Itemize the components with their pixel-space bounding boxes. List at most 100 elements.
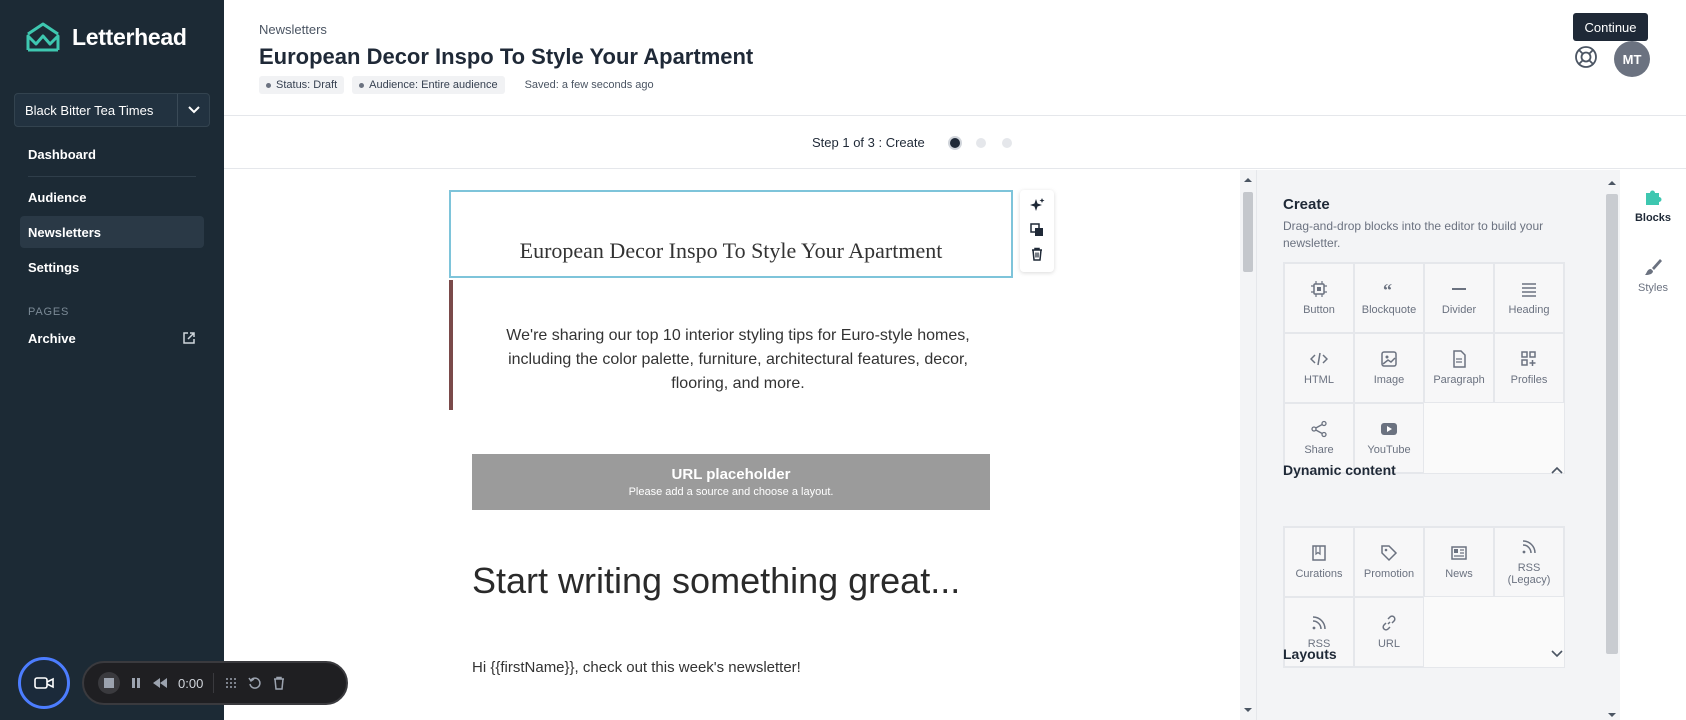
- breadcrumb[interactable]: Newsletters: [259, 22, 327, 37]
- button-icon: [1311, 281, 1327, 297]
- url-placeholder-title: URL placeholder: [671, 466, 791, 483]
- scroll-down-icon[interactable]: [1604, 710, 1620, 720]
- pages-section-label: PAGES: [28, 306, 70, 318]
- editor-scrollbar[interactable]: [1240, 170, 1256, 720]
- block-paragraph[interactable]: Paragraph: [1424, 333, 1494, 403]
- image-icon: [1381, 351, 1397, 367]
- duplicate-icon[interactable]: [1030, 222, 1044, 242]
- block-profiles[interactable]: Profiles: [1494, 333, 1564, 403]
- tag-icon: [1381, 545, 1398, 562]
- panel-scrollbar[interactable]: [1604, 178, 1620, 720]
- block-heading[interactable]: Heading: [1494, 263, 1564, 333]
- block-label: Promotion: [1363, 568, 1415, 580]
- step-label: Step 1 of 3 : Create: [812, 135, 925, 150]
- pause-icon[interactable]: [130, 677, 142, 689]
- restart-icon[interactable]: [248, 676, 262, 690]
- grip-icon[interactable]: [224, 676, 238, 690]
- block-blockquote[interactable]: “ Blockquote: [1354, 263, 1424, 333]
- divider-icon: [1452, 288, 1466, 290]
- avatar[interactable]: MT: [1614, 41, 1650, 77]
- newsletter-meta: Status: Draft Audience: Entire audience …: [259, 76, 654, 94]
- block-label: Profiles: [1510, 374, 1548, 386]
- trash-icon[interactable]: [1030, 247, 1044, 266]
- link-icon: [1382, 615, 1396, 631]
- continue-button[interactable]: Continue: [1573, 13, 1648, 41]
- block-news[interactable]: News: [1424, 527, 1494, 597]
- logo[interactable]: Letterhead: [26, 22, 187, 52]
- publication-name: Black Bitter Tea Times: [25, 102, 154, 118]
- help-lifebuoy-icon[interactable]: [1574, 45, 1598, 74]
- nav-label: Archive: [28, 330, 76, 346]
- page-header: Newsletters European Decor Inspo To Styl…: [224, 0, 1686, 116]
- camera-record-button[interactable]: [18, 657, 70, 709]
- ai-sparkle-icon[interactable]: [1029, 197, 1045, 218]
- logo-text: Letterhead: [72, 23, 187, 50]
- block-html[interactable]: HTML: [1284, 333, 1354, 403]
- greeting-paragraph[interactable]: Hi {{firstName}}, check out this week's …: [472, 659, 801, 676]
- quote-icon: “: [1383, 280, 1392, 298]
- title-block[interactable]: European Decor Inspo To Style Your Apart…: [449, 190, 1013, 278]
- rss-icon: [1522, 540, 1536, 554]
- publication-select[interactable]: Black Bitter Tea Times: [14, 93, 210, 127]
- dynamic-content-header[interactable]: Dynamic content: [1283, 462, 1563, 478]
- block-label: Heading: [1508, 304, 1550, 316]
- chevron-down-icon[interactable]: [1551, 650, 1563, 658]
- tab-styles[interactable]: Styles: [1620, 256, 1686, 294]
- external-link-icon[interactable]: [182, 331, 196, 348]
- url-placeholder-block[interactable]: URL placeholder Please add a source and …: [472, 454, 990, 510]
- block-button[interactable]: Button: [1284, 263, 1354, 333]
- url-placeholder-subtitle: Please add a source and choose a layout.: [628, 486, 834, 498]
- block-rss-legacy[interactable]: RSS (Legacy): [1494, 527, 1564, 597]
- editor-scroll-thumb[interactable]: [1243, 192, 1253, 272]
- heading-icon: [1522, 283, 1536, 297]
- status-text: Status: Draft: [276, 79, 338, 91]
- block-divider[interactable]: Divider: [1424, 263, 1494, 333]
- paragraph-icon: [1453, 350, 1466, 368]
- block-label: Blockquote: [1361, 304, 1417, 316]
- block-label: Paragraph: [1433, 374, 1485, 386]
- chevron-down-icon[interactable]: [177, 94, 209, 126]
- book-icon: [1312, 545, 1326, 561]
- panel-scroll-thumb[interactable]: [1606, 194, 1618, 654]
- puzzle-icon: [1646, 190, 1662, 205]
- nav-newsletters[interactable]: Newsletters: [20, 216, 204, 248]
- title-block-text[interactable]: European Decor Inspo To Style Your Apart…: [520, 238, 943, 264]
- create-description: Drag-and-drop blocks into the editor to …: [1283, 219, 1544, 250]
- nav-dashboard[interactable]: Dashboard: [20, 138, 204, 170]
- step-dot-2[interactable]: [976, 138, 986, 148]
- block-curations[interactable]: Curations: [1284, 527, 1354, 597]
- intro-accent-bar: [449, 280, 453, 410]
- scroll-up-icon[interactable]: [1604, 178, 1620, 188]
- recording-time: 0:00: [178, 675, 204, 691]
- page-title: European Decor Inspo To Style Your Apart…: [259, 44, 754, 69]
- scroll-up-icon[interactable]: [1240, 174, 1256, 186]
- nav-audience[interactable]: Audience: [20, 181, 204, 213]
- block-label: News: [1445, 568, 1473, 580]
- step-dot-1[interactable]: [950, 138, 960, 148]
- block-image[interactable]: Image: [1354, 333, 1424, 403]
- block-label: RSS (Legacy): [1507, 562, 1551, 586]
- trash-icon[interactable]: [272, 676, 286, 690]
- nav-archive[interactable]: Archive: [20, 322, 204, 354]
- layouts-header[interactable]: Layouts: [1283, 646, 1563, 662]
- chevron-up-icon[interactable]: [1551, 466, 1563, 474]
- nav-label: Audience: [28, 189, 87, 205]
- tab-blocks-label: Blocks: [1634, 212, 1672, 224]
- paintbrush-icon: [1645, 259, 1662, 275]
- block-promotion[interactable]: Promotion: [1354, 527, 1424, 597]
- scroll-down-icon[interactable]: [1240, 704, 1256, 716]
- step-dot-3[interactable]: [1002, 138, 1012, 148]
- nav-label: Newsletters: [28, 224, 101, 240]
- heading-block[interactable]: Start writing something great...: [472, 560, 960, 602]
- rewind-icon[interactable]: [152, 677, 168, 689]
- block-label: Share: [1304, 444, 1334, 456]
- nav-settings[interactable]: Settings: [20, 251, 204, 283]
- stop-button[interactable]: [98, 672, 120, 694]
- audience-dot: [359, 82, 365, 88]
- tab-blocks[interactable]: Blocks: [1620, 186, 1686, 224]
- editor-canvas[interactable]: European Decor Inspo To Style Your Apart…: [224, 170, 1240, 720]
- saved-status: Saved: a few seconds ago: [524, 79, 654, 91]
- status-dot: [266, 82, 271, 88]
- layouts-title: Layouts: [1283, 646, 1337, 662]
- intro-paragraph[interactable]: We're sharing our top 10 interior stylin…: [486, 324, 990, 396]
